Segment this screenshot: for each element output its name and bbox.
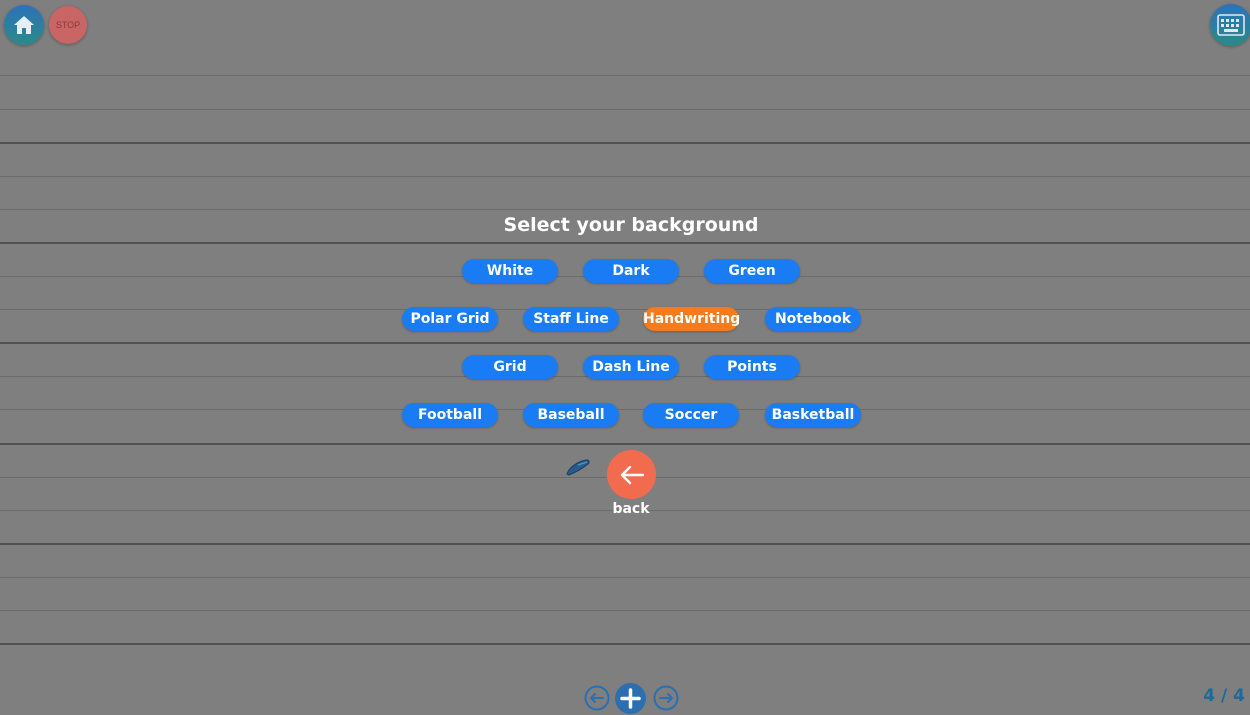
background-option-soccer[interactable]: Soccer	[643, 403, 739, 427]
ruled-line	[0, 309, 1250, 310]
background-option-baseball[interactable]: Baseball	[523, 403, 619, 427]
pen-cursor-icon	[566, 459, 590, 476]
ruled-line	[0, 109, 1250, 110]
add-page-button[interactable]	[615, 683, 646, 714]
background-option-polar-grid[interactable]: Polar Grid	[402, 307, 498, 331]
background-option-white[interactable]: White	[462, 259, 558, 283]
ruled-line	[0, 176, 1250, 177]
arrow-left-circle-icon	[584, 685, 610, 711]
ruled-line	[0, 75, 1250, 76]
ruled-baseline	[0, 443, 1250, 445]
back-label: back	[612, 501, 650, 517]
ruled-line	[0, 610, 1250, 611]
background-option-staff-line[interactable]: Staff Line	[523, 307, 619, 331]
keyboard-icon	[1217, 14, 1245, 36]
arrow-right-circle-icon	[653, 685, 679, 711]
home-icon	[14, 16, 34, 34]
background-option-notebook[interactable]: Notebook	[765, 307, 861, 331]
background-option-points[interactable]: Points	[704, 355, 800, 379]
page-counter: 4 / 4	[1203, 686, 1245, 706]
ruled-baseline	[0, 242, 1250, 244]
handwriting-canvas[interactable]: STOP Select your background White Dark G…	[0, 0, 1250, 715]
ruled-baseline	[0, 342, 1250, 344]
home-button[interactable]	[4, 5, 44, 45]
ruled-line	[0, 209, 1250, 210]
next-page-button[interactable]	[653, 685, 679, 711]
background-option-handwriting[interactable]: Handwriting	[643, 307, 740, 331]
previous-page-button[interactable]	[584, 685, 610, 711]
ruled-baseline	[0, 543, 1250, 545]
background-option-basketball[interactable]: Basketball	[765, 403, 861, 427]
background-option-football[interactable]: Football	[402, 403, 498, 427]
background-option-green[interactable]: Green	[704, 259, 800, 283]
keyboard-button[interactable]	[1210, 4, 1250, 46]
plus-circle-icon	[620, 688, 641, 709]
background-option-dark[interactable]: Dark	[583, 259, 679, 283]
stop-button[interactable]: STOP	[49, 6, 87, 44]
ruled-line	[0, 409, 1250, 410]
ruled-baseline	[0, 643, 1250, 645]
arrow-left-icon	[620, 465, 645, 485]
back-button[interactable]	[607, 450, 656, 499]
background-option-grid[interactable]: Grid	[462, 355, 558, 379]
ruled-baseline	[0, 142, 1250, 144]
background-option-dash-line[interactable]: Dash Line	[583, 355, 679, 379]
dialog-title: Select your background	[503, 214, 759, 236]
ruled-line	[0, 577, 1250, 578]
